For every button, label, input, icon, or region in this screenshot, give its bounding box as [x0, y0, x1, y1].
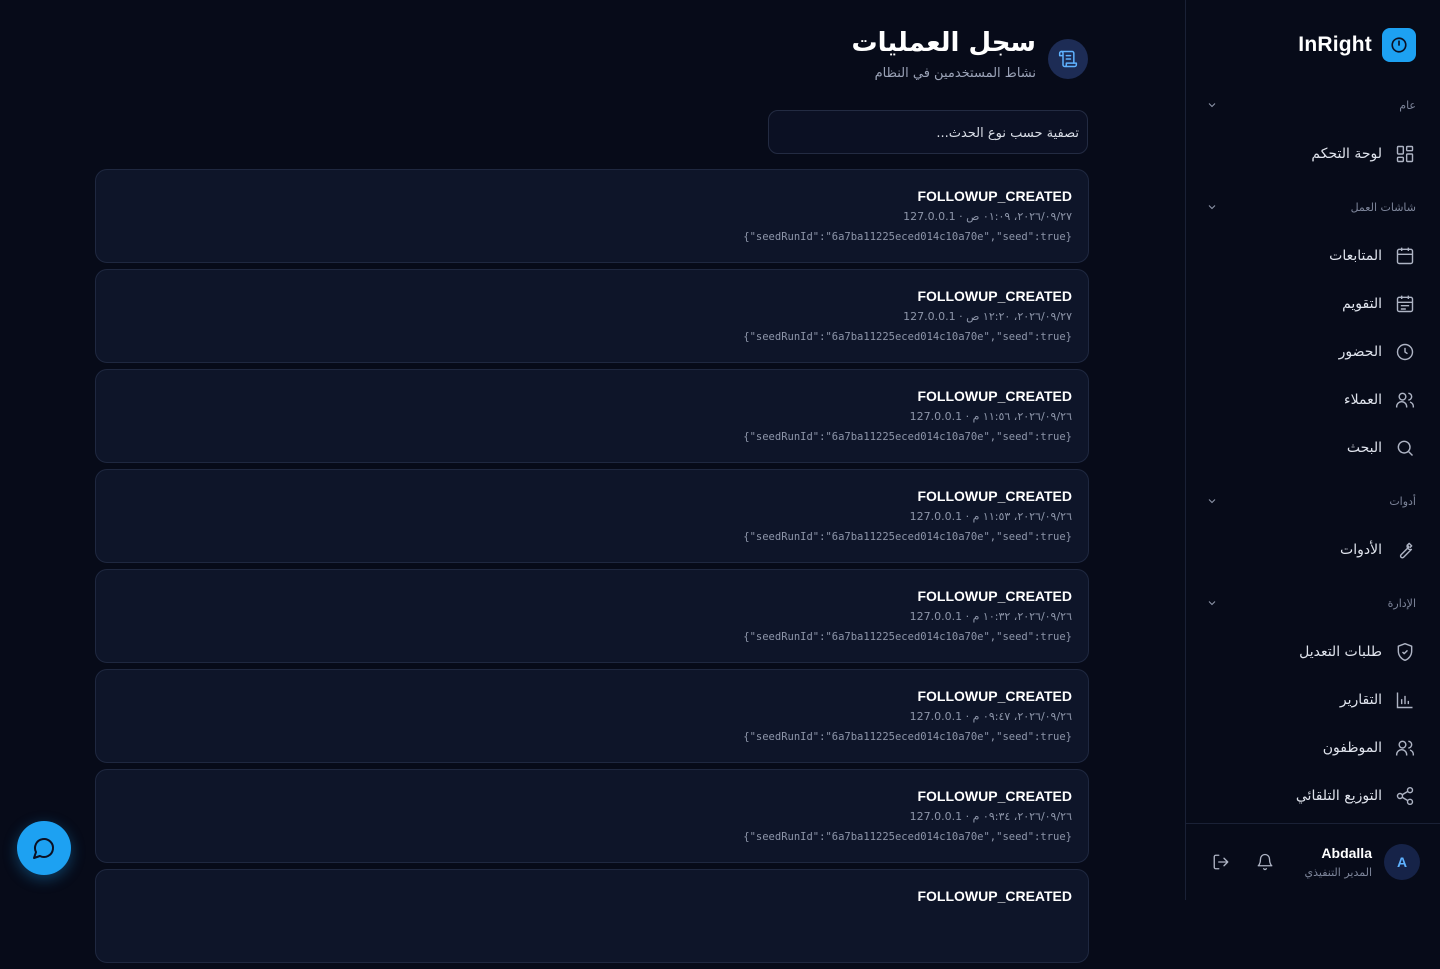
section-label: الإدارة	[1387, 596, 1416, 610]
avatar[interactable]: A	[1384, 844, 1420, 880]
calendar-lines-icon	[1394, 293, 1416, 315]
power-icon	[1382, 28, 1416, 62]
chat-bubble-icon	[33, 838, 54, 859]
log-entry[interactable]: FOLLOWUP_CREATED ٢٠٢٦/٠٩/٢٦، ١٠:٣٢ م · 12…	[95, 569, 1089, 663]
clock-icon	[1394, 341, 1416, 363]
page-title: سجل العمليات	[851, 28, 1036, 58]
sidebar-item-label: التقويم	[1342, 296, 1382, 312]
log-details: {"seedRunId":"6a7ba11225eced014c10a70e",…	[743, 331, 1072, 343]
sidebar-item-auto-distribution[interactable]: التوزيع التلقائي	[1186, 772, 1440, 820]
section-label: شاشات العمل	[1350, 200, 1416, 214]
log-timestamp-ip	[112, 909, 1072, 925]
log-entry[interactable]: FOLLOWUP_CREATED ٢٠٢٦/٠٩/٢٦، ١١:٥٦ م · 12…	[95, 369, 1089, 463]
sidebar-item-label: المتابعات	[1329, 248, 1382, 264]
brand[interactable]: InRight	[1298, 28, 1416, 62]
log-timestamp-ip: ٢٠٢٦/٠٩/٢٦، ٠٩:٤٧ م · 127.0.0.1	[909, 710, 1072, 723]
sidebar-item-search[interactable]: البحث	[1186, 424, 1440, 472]
user-name: Abdalla	[1321, 845, 1372, 861]
wrench-icon	[1394, 539, 1416, 561]
sidebar: InRight عام لوحة التحكم شاشات العمل المت…	[1185, 0, 1440, 900]
log-entry[interactable]: FOLLOWUP_CREATED ٢٠٢٦/٠٩/٢٦، ٠٩:٤٧ م · 12…	[95, 669, 1089, 763]
brand-name: InRight	[1298, 33, 1372, 56]
log-event-type: FOLLOWUP_CREATED	[917, 588, 1072, 604]
log-details: {"seedRunId":"6a7ba11225eced014c10a70e",…	[743, 731, 1072, 743]
bar-chart-icon	[1394, 689, 1416, 711]
user-role: المدير التنفيذي	[1304, 866, 1372, 879]
log-details: {"seedRunId":"6a7ba11225eced014c10a70e",…	[743, 231, 1072, 243]
sidebar-item-reports[interactable]: التقارير	[1186, 676, 1440, 724]
sidebar-item-followups[interactable]: المتابعات	[1186, 232, 1440, 280]
event-filter-input[interactable]	[779, 111, 1081, 155]
log-event-type: FOLLOWUP_CREATED	[917, 888, 1072, 904]
log-entry[interactable]: FOLLOWUP_CREATED ٢٠٢٦/٠٩/٢٦، ١١:٥٣ م · 12…	[95, 469, 1089, 563]
users-icon	[1394, 389, 1416, 411]
sidebar-item-label: الموظفون	[1322, 740, 1382, 756]
event-filter-field[interactable]	[768, 110, 1088, 155]
log-timestamp-ip: ٢٠٢٦/٠٩/٢٦، ١١:٥٣ م · 127.0.0.1	[909, 510, 1072, 523]
sidebar-item-label: الحضور	[1338, 344, 1382, 360]
chevron-down-icon	[1205, 200, 1219, 214]
log-timestamp-ip: ٢٠٢٦/٠٩/٢٧، ١٢:٢٠ ص · 127.0.0.1	[903, 310, 1072, 323]
bell-icon[interactable]	[1255, 852, 1275, 872]
sidebar-nav: عام لوحة التحكم شاشات العمل المتابعات ال…	[1186, 80, 1440, 820]
chat-button[interactable]	[17, 821, 71, 875]
sidebar-item-label: التوزيع التلقائي	[1295, 788, 1382, 804]
dashboard-grid-icon	[1394, 143, 1416, 165]
user-bar: Abdalla المدير التنفيذي A	[1186, 823, 1440, 900]
log-timestamp-ip: ٢٠٢٦/٠٩/٢٦، ١٠:٣٢ م · 127.0.0.1	[909, 610, 1072, 623]
log-details	[112, 929, 1072, 945]
sidebar-item-employees[interactable]: الموظفون	[1186, 724, 1440, 772]
log-timestamp-ip: ٢٠٢٦/٠٩/٢٦، ١١:٥٦ م · 127.0.0.1	[909, 410, 1072, 423]
section-label: أدوات	[1389, 494, 1416, 508]
shield-check-icon	[1394, 641, 1416, 663]
log-entry[interactable]: FOLLOWUP_CREATED	[95, 869, 1089, 963]
chevron-down-icon	[1205, 494, 1219, 508]
main-content: سجل العمليات نشاط المستخدمين في النظام F…	[0, 0, 1184, 963]
section-admin[interactable]: الإدارة	[1186, 578, 1440, 628]
sidebar-item-label: طلبات التعديل	[1299, 644, 1382, 660]
sidebar-item-edit-requests[interactable]: طلبات التعديل	[1186, 628, 1440, 676]
log-event-type: FOLLOWUP_CREATED	[917, 288, 1072, 304]
log-entry[interactable]: FOLLOWUP_CREATED ٢٠٢٦/٠٩/٢٧، ١٢:٢٠ ص · 12…	[95, 269, 1089, 363]
page-subtitle: نشاط المستخدمين في النظام	[874, 66, 1036, 81]
sidebar-item-attendance[interactable]: الحضور	[1186, 328, 1440, 376]
log-list: FOLLOWUP_CREATED ٢٠٢٦/٠٩/٢٧، ٠١:٠٩ ص · 12…	[95, 169, 1089, 969]
log-event-type: FOLLOWUP_CREATED	[917, 788, 1072, 804]
logout-icon[interactable]	[1211, 852, 1231, 872]
log-entry[interactable]: FOLLOWUP_CREATED ٢٠٢٦/٠٩/٢٦، ٠٩:٣٤ م · 12…	[95, 769, 1089, 863]
section-label: عام	[1399, 98, 1416, 112]
users-icon	[1394, 737, 1416, 759]
scroll-icon	[1048, 39, 1088, 79]
log-timestamp-ip: ٢٠٢٦/٠٩/٢٧، ٠١:٠٩ ص · 127.0.0.1	[903, 210, 1072, 223]
log-details: {"seedRunId":"6a7ba11225eced014c10a70e",…	[743, 431, 1072, 443]
log-entry[interactable]: FOLLOWUP_CREATED ٢٠٢٦/٠٩/٢٧، ٠١:٠٩ ص · 12…	[95, 169, 1089, 263]
log-details: {"seedRunId":"6a7ba11225eced014c10a70e",…	[743, 531, 1072, 543]
sidebar-item-clients[interactable]: العملاء	[1186, 376, 1440, 424]
log-event-type: FOLLOWUP_CREATED	[917, 388, 1072, 404]
sidebar-item-label: لوحة التحكم	[1311, 146, 1382, 162]
sidebar-item-label: العملاء	[1344, 392, 1382, 408]
sidebar-item-calendar[interactable]: التقويم	[1186, 280, 1440, 328]
search-icon	[1394, 437, 1416, 459]
sidebar-item-label: البحث	[1346, 440, 1382, 456]
log-event-type: FOLLOWUP_CREATED	[917, 488, 1072, 504]
section-tools[interactable]: أدوات	[1186, 476, 1440, 526]
log-event-type: FOLLOWUP_CREATED	[917, 188, 1072, 204]
section-general[interactable]: عام	[1186, 80, 1440, 130]
log-event-type: FOLLOWUP_CREATED	[917, 688, 1072, 704]
log-details: {"seedRunId":"6a7ba11225eced014c10a70e",…	[743, 631, 1072, 643]
chevron-down-icon	[1205, 98, 1219, 112]
calendar-icon	[1394, 245, 1416, 267]
log-timestamp-ip: ٢٠٢٦/٠٩/٢٦، ٠٩:٣٤ م · 127.0.0.1	[909, 810, 1072, 823]
chevron-down-icon	[1205, 596, 1219, 610]
sidebar-item-dashboard[interactable]: لوحة التحكم	[1186, 130, 1440, 178]
share-icon	[1394, 785, 1416, 807]
sidebar-item-label: الأدوات	[1340, 542, 1382, 558]
log-details: {"seedRunId":"6a7ba11225eced014c10a70e",…	[743, 831, 1072, 843]
sidebar-item-tools[interactable]: الأدوات	[1186, 526, 1440, 574]
sidebar-item-label: التقارير	[1339, 692, 1382, 708]
section-workscreens[interactable]: شاشات العمل	[1186, 182, 1440, 232]
